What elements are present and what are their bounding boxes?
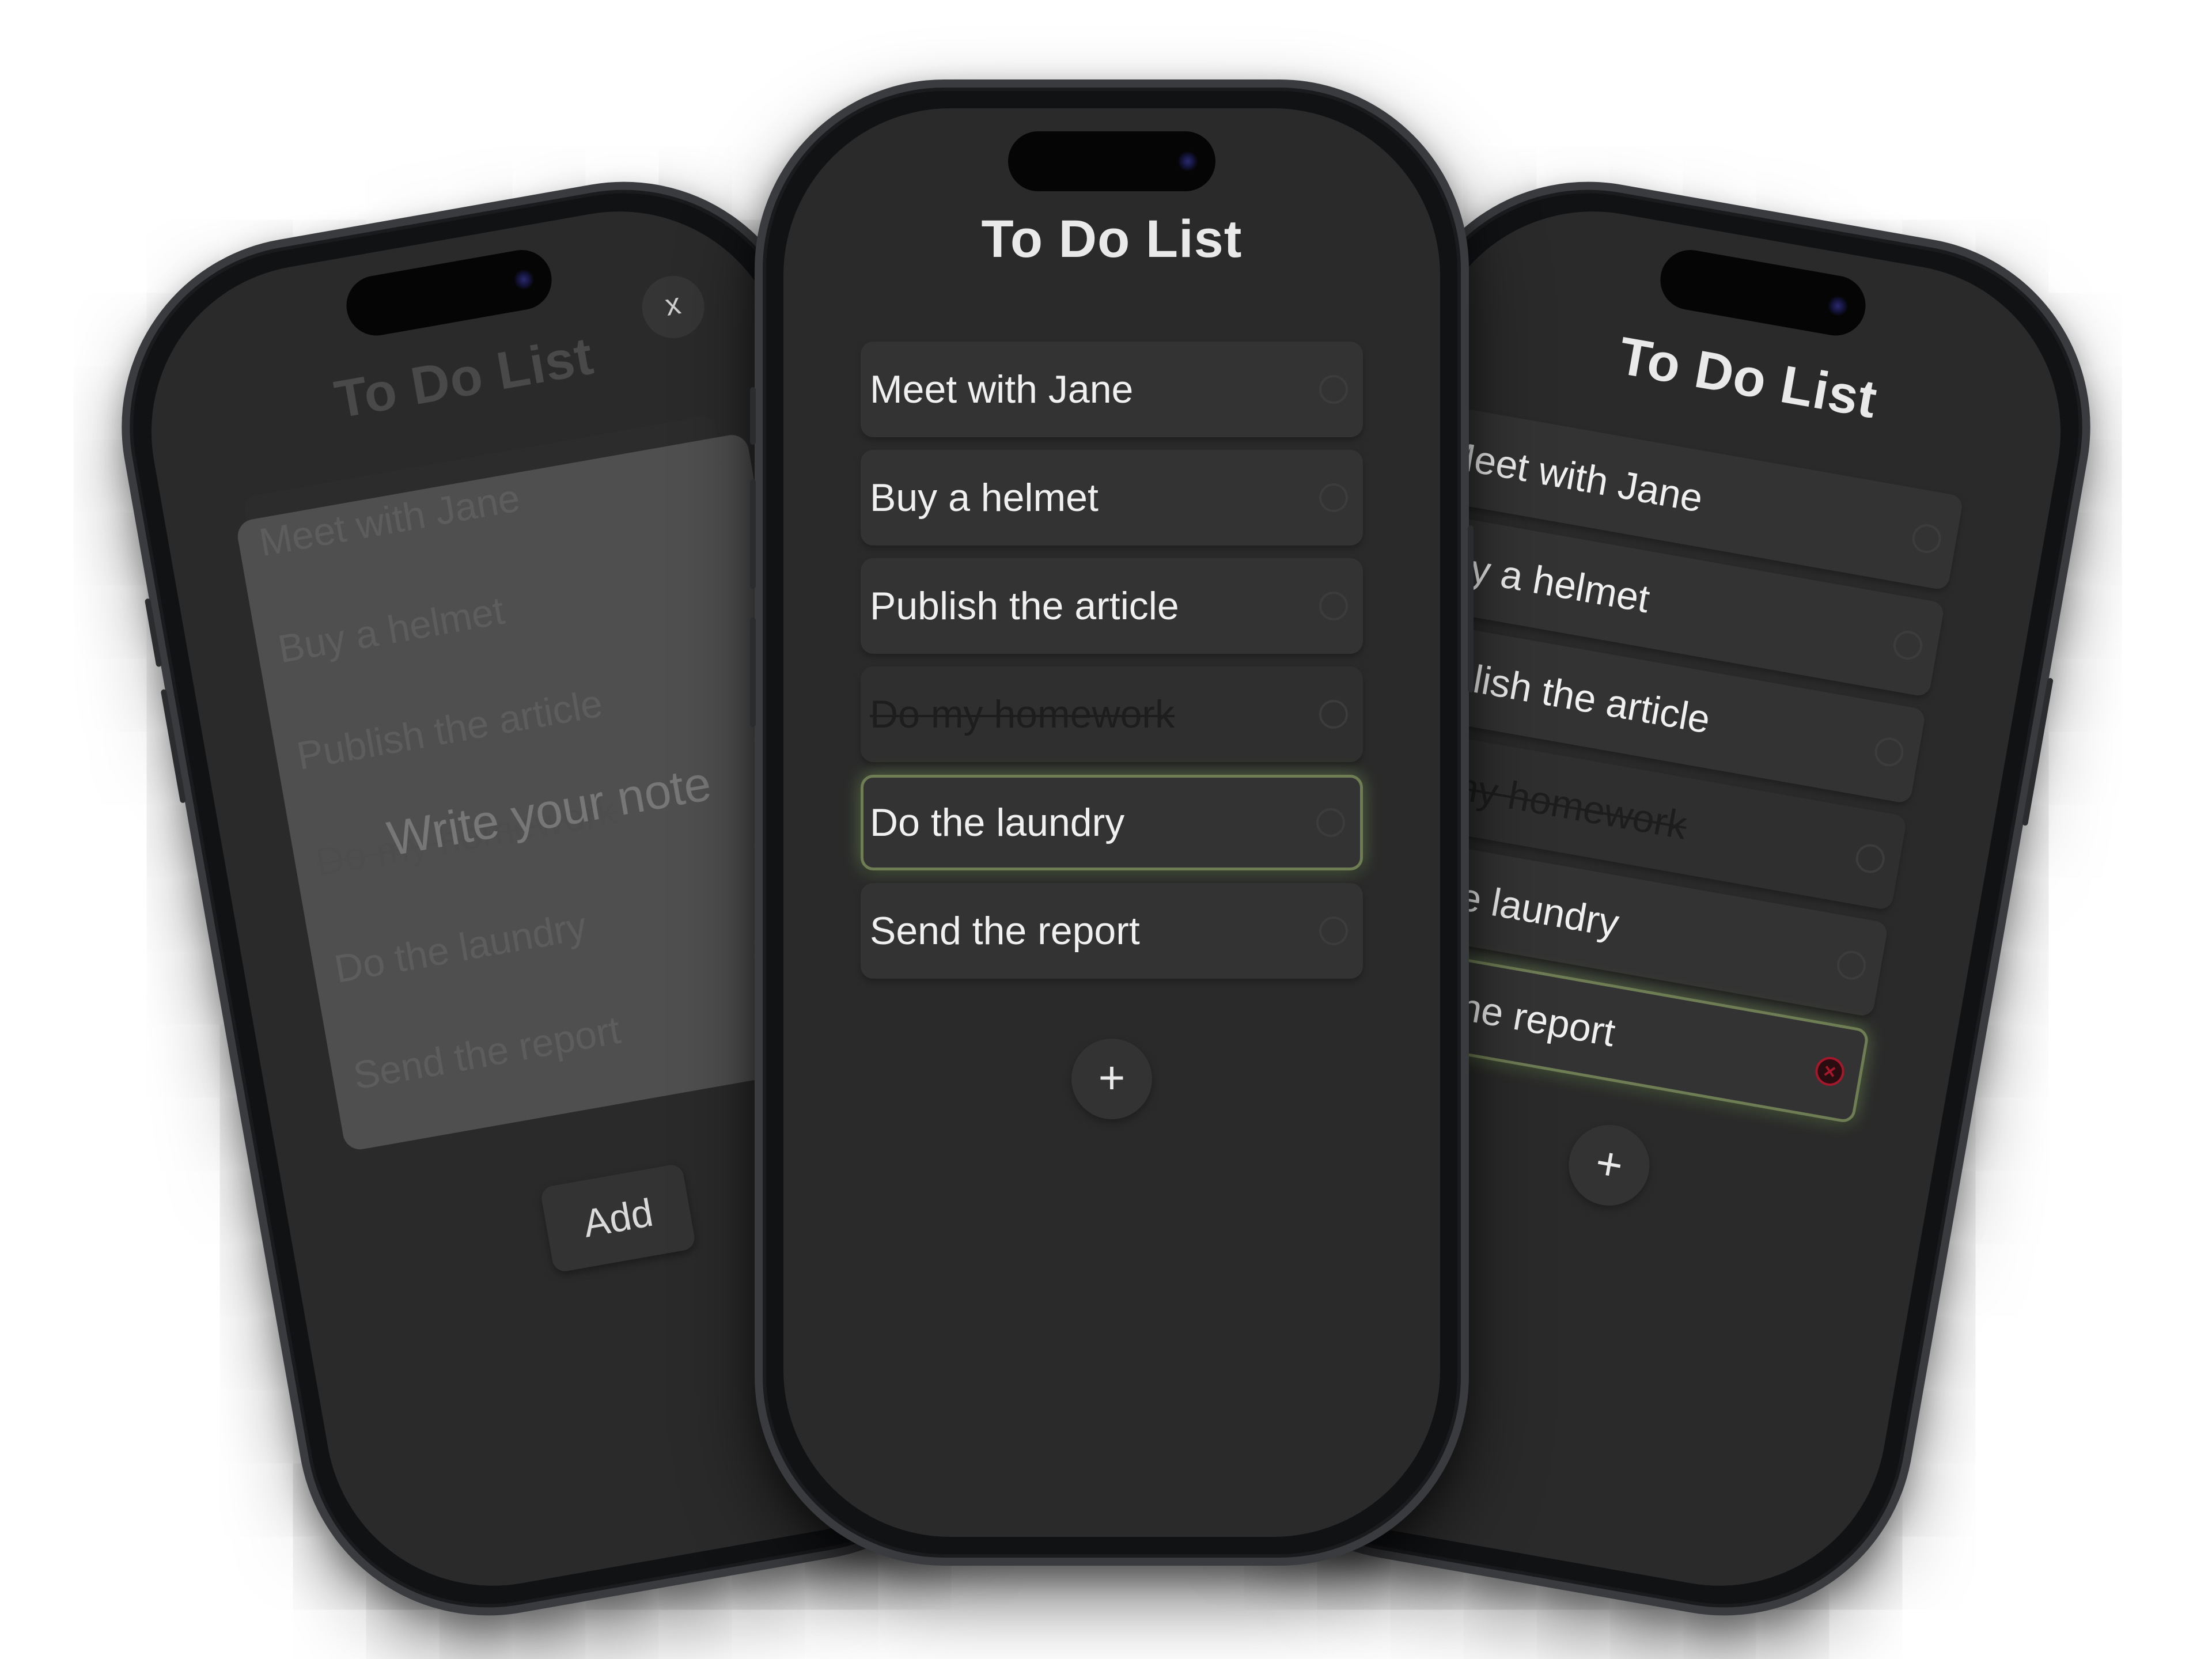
add-task-button[interactable]: + xyxy=(1562,1118,1656,1212)
dynamic-island xyxy=(1008,131,1215,191)
mockup-scene: To Do List Meet with Jane Buy a helmet P… xyxy=(0,0,2212,1659)
task-label: Buy a helmet xyxy=(870,476,1099,520)
action-button xyxy=(750,387,756,445)
circle-icon[interactable] xyxy=(1910,522,1944,556)
note-placeholder: Write your note xyxy=(383,756,715,866)
task-item[interactable]: Send the report xyxy=(861,883,1363,979)
circle-icon[interactable] xyxy=(1891,628,1925,662)
circle-icon[interactable] xyxy=(1319,700,1348,729)
task-label: Do my homework xyxy=(870,692,1175,736)
page-title: To Do List xyxy=(981,210,1243,268)
circle-icon[interactable] xyxy=(1319,483,1348,512)
phone-screen: To Do List Meet with Jane Buy a helmet P… xyxy=(783,108,1440,1537)
power-button xyxy=(2021,677,2054,827)
task-item[interactable]: Meet with Jane xyxy=(861,342,1363,437)
task-label: Do the laundry xyxy=(870,801,1125,844)
circle-icon[interactable] xyxy=(1319,375,1348,404)
circle-icon[interactable] xyxy=(1319,916,1348,945)
circle-icon[interactable] xyxy=(1316,808,1345,837)
circle-icon[interactable] xyxy=(1872,735,1906,769)
volume-button xyxy=(750,479,756,589)
task-item-selected[interactable]: Do the laundry xyxy=(861,775,1363,870)
circle-icon[interactable] xyxy=(1853,842,1887,876)
volume-button xyxy=(160,688,187,804)
volume-button xyxy=(144,598,162,668)
volume-button xyxy=(750,618,756,727)
task-item-completed[interactable]: Do my homework xyxy=(861,666,1363,762)
add-note-button[interactable]: Add xyxy=(539,1163,697,1274)
camera-lens-icon xyxy=(1825,294,1850,318)
task-label: Meet with Jane xyxy=(1439,431,1706,521)
add-task-button[interactable]: + xyxy=(1071,1039,1152,1119)
dynamic-island xyxy=(1656,245,1870,340)
dynamic-island xyxy=(342,245,556,340)
task-list: Meet with Jane Buy a helmet Publish the … xyxy=(861,342,1363,991)
task-label: Meet with Jane xyxy=(870,368,1134,411)
camera-lens-icon xyxy=(512,267,536,292)
task-label: Publish the article xyxy=(870,584,1179,628)
delete-x-icon[interactable]: × xyxy=(1813,1054,1847,1088)
circle-icon[interactable] xyxy=(1319,592,1348,620)
task-item[interactable]: Buy a helmet xyxy=(861,450,1363,546)
circle-icon[interactable] xyxy=(1835,948,1869,982)
task-label: Send the report xyxy=(870,909,1140,953)
phone-main-list: To Do List Meet with Jane Buy a helmet P… xyxy=(750,79,1474,1566)
power-button xyxy=(1468,525,1474,692)
task-item[interactable]: Publish the article xyxy=(861,558,1363,654)
camera-lens-icon xyxy=(1177,151,1198,172)
